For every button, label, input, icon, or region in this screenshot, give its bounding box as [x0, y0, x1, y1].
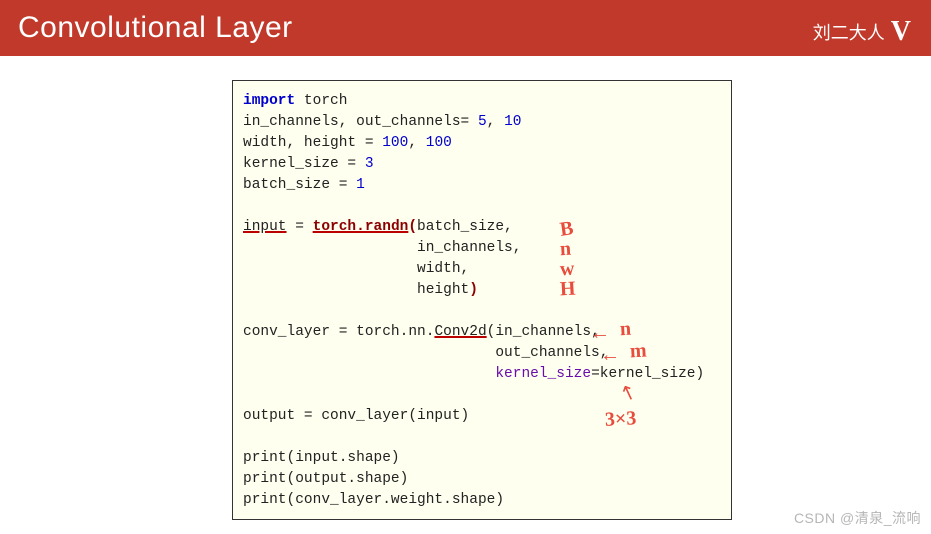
code-text: (in_channels,: [487, 324, 600, 340]
number: 5: [478, 114, 487, 130]
code-text: output = conv_layer(input): [243, 408, 469, 424]
code-text: width, height =: [243, 135, 382, 151]
code-text: print(output.shape): [243, 471, 408, 487]
slide-header: Convolutional Layer 刘二大人 V: [0, 0, 931, 56]
code-text: batch_size =: [243, 177, 356, 193]
number: 3: [365, 156, 374, 172]
author-name: 刘二大人: [813, 19, 885, 45]
code-text: kernel_size =: [243, 156, 365, 172]
slide-title: Convolutional Layer: [18, 11, 293, 45]
code-text: =kernel_size): [591, 366, 704, 382]
code-text: width,: [243, 261, 469, 277]
paren: (: [408, 219, 417, 235]
keyword-import: import: [243, 93, 295, 109]
code-text: [243, 366, 495, 382]
code-text: batch_size,: [417, 219, 513, 235]
code-text: height: [243, 282, 469, 298]
code-text: print(input.shape): [243, 450, 400, 466]
code-text: conv_layer = torch.nn.: [243, 324, 434, 340]
code-block: import torch in_channels, out_channels= …: [232, 80, 732, 520]
code-call-randn: torch.randn: [313, 219, 409, 235]
code-text: torch: [295, 93, 347, 109]
code-text: out_channels,: [243, 345, 608, 361]
kwarg: kernel_size: [495, 366, 591, 382]
code-var-input: input: [243, 219, 287, 235]
code-text: print(conv_layer.weight.shape): [243, 492, 504, 508]
number: 10: [504, 114, 521, 130]
number: 100: [382, 135, 408, 151]
paren: ): [469, 282, 478, 298]
code-text: in_channels,: [243, 240, 521, 256]
code-call-conv2d: Conv2d: [434, 324, 486, 340]
code-text: =: [287, 219, 313, 235]
code-text: ,: [408, 135, 425, 151]
number: 100: [426, 135, 452, 151]
code-text: in_channels, out_channels=: [243, 114, 478, 130]
number: 1: [356, 177, 365, 193]
code-text: ,: [487, 114, 504, 130]
watermark: CSDN @清泉_流响: [794, 508, 921, 528]
author-label: 刘二大人 V: [813, 16, 911, 48]
author-mark-icon: V: [891, 16, 911, 48]
